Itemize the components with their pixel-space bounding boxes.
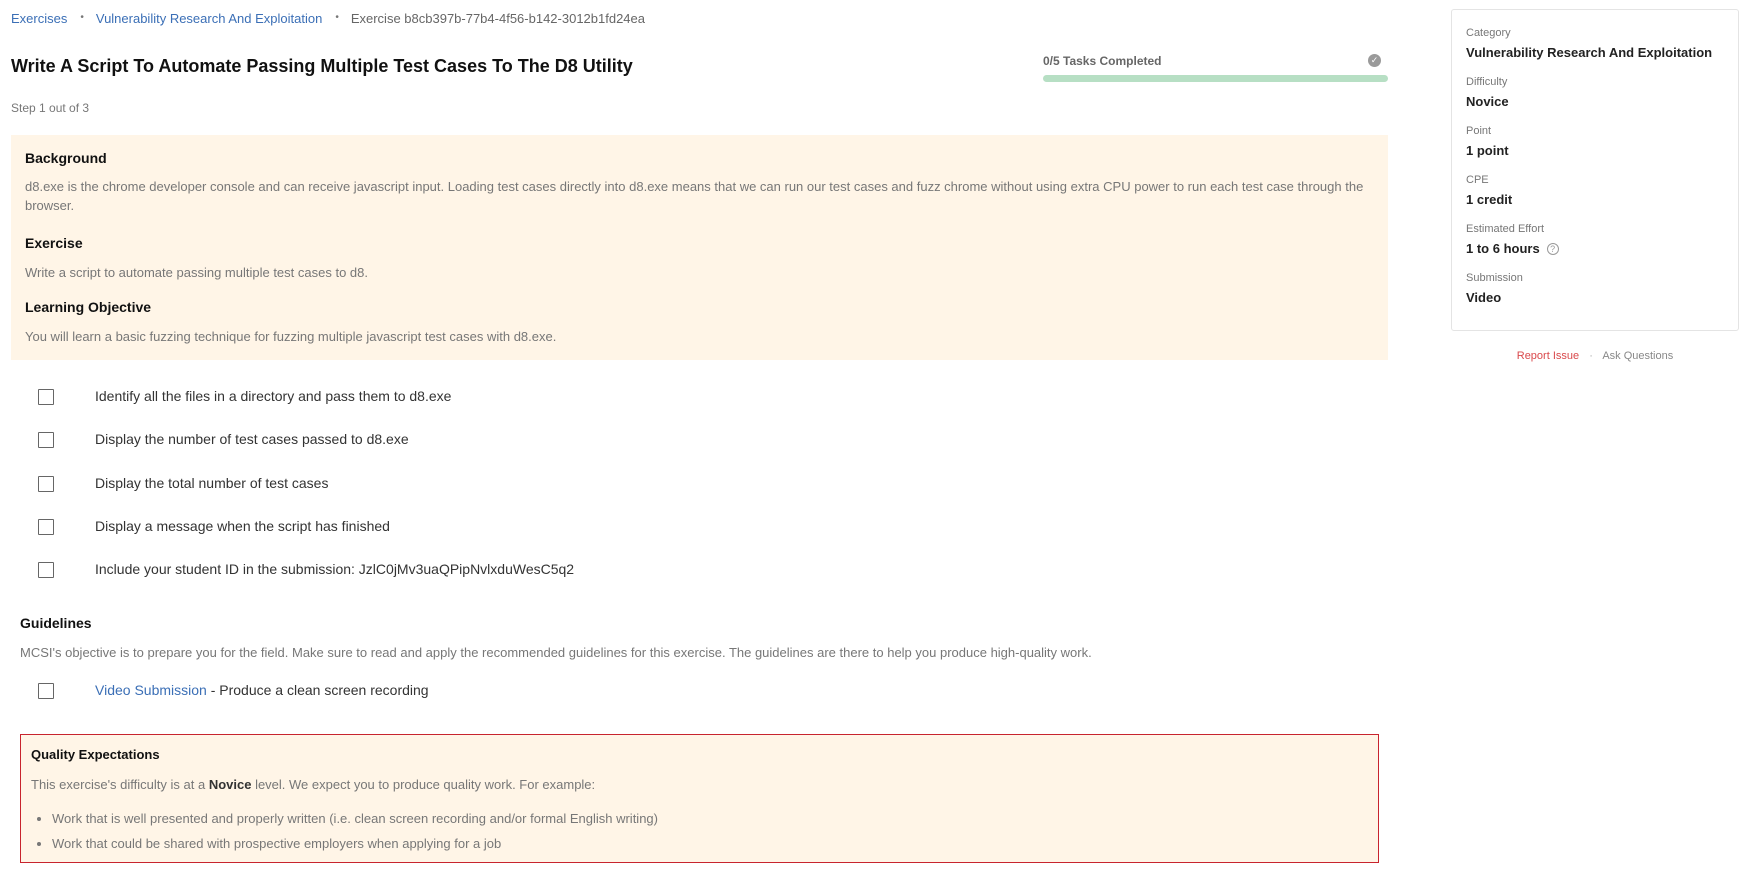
breadcrumb-exercises[interactable]: Exercises (11, 11, 67, 26)
step-indicator: Step 1 out of 3 (11, 101, 90, 115)
difficulty-level: Novice (208, 777, 252, 792)
detail-value: 1 to 6 hours (1466, 241, 1540, 256)
breadcrumb: Exercises • Vulnerability Research And E… (11, 11, 645, 26)
task-label: Display a message when the script has fi… (95, 518, 390, 534)
quality-item: Work that is well presented and properly… (52, 809, 658, 828)
link-separator: · (1589, 350, 1593, 362)
guidelines-heading: Guidelines (20, 615, 92, 631)
progress-bar (1043, 75, 1388, 82)
exercise-details-card: Category Vulnerability Research And Expl… (1451, 9, 1739, 331)
detail-value: 1 credit (1466, 192, 1513, 207)
task-progress: 0/5 Tasks Completed ✓ (1043, 54, 1388, 82)
guideline-label: Video Submission - Produce a clean scree… (95, 682, 429, 698)
guideline-description: - Produce a clean screen recording (206, 682, 429, 698)
exercise-heading: Exercise (25, 235, 83, 251)
quality-intro-end: level. We expect you to produce quality … (251, 777, 596, 792)
task-label: Identify all the files in a directory an… (95, 388, 452, 404)
objective-text: You will learn a basic fuzzing technique… (25, 329, 557, 344)
support-links: Report Issue · Ask Questions (1451, 350, 1739, 362)
task-item: Display a message when the script has fi… (38, 517, 390, 537)
detail-submission: Submission Video (1466, 270, 1724, 307)
detail-estimated-effort: Estimated Effort 1 to 6 hours ? (1466, 221, 1724, 258)
quality-expectations: Quality Expectations This exercise's dif… (20, 734, 1379, 863)
report-issue-link[interactable]: Report Issue (1517, 350, 1579, 362)
detail-value: 1 point (1466, 143, 1509, 158)
detail-value: Novice (1466, 94, 1509, 109)
exercise-text: Write a script to automate passing multi… (25, 265, 368, 280)
task-item: Include your student ID in the submissio… (38, 560, 574, 580)
quality-list: Work that is well presented and properly… (52, 809, 658, 859)
ask-questions-link[interactable]: Ask Questions (1602, 350, 1673, 362)
background-heading: Background (25, 150, 107, 166)
task-checkbox[interactable] (38, 562, 54, 578)
detail-label: CPE (1466, 174, 1489, 186)
page-title: Write A Script To Automate Passing Multi… (11, 56, 633, 76)
task-item: Display the total number of test cases (38, 474, 328, 494)
detail-label: Estimated Effort (1466, 223, 1545, 235)
guidelines-text: MCSI's objective is to prepare you for t… (20, 645, 1092, 660)
quality-heading: Quality Expectations (31, 747, 160, 762)
detail-label: Submission (1466, 272, 1523, 284)
detail-label: Category (1466, 27, 1511, 39)
detail-category: Category Vulnerability Research And Expl… (1466, 25, 1724, 62)
detail-value: Video (1466, 290, 1502, 305)
detail-points: Point 1 point (1466, 123, 1724, 160)
help-circle-icon[interactable]: ? (1546, 242, 1559, 255)
breadcrumb-current: Exercise b8cb397b-77b4-4f56-b142-3012b1f… (350, 11, 645, 26)
detail-label: Difficulty (1466, 76, 1508, 88)
guideline-checkbox[interactable] (38, 683, 54, 699)
detail-value: Vulnerability Research And Exploitation (1466, 45, 1713, 60)
quality-item: Work that could be shared with prospecti… (52, 834, 658, 853)
detail-cpe: CPE 1 credit (1466, 172, 1724, 209)
breadcrumb-category[interactable]: Vulnerability Research And Exploitation (96, 11, 322, 26)
quality-intro-start: This exercise's difficulty is at a (31, 777, 209, 792)
detail-difficulty: Difficulty Novice (1466, 74, 1724, 111)
task-checkbox[interactable] (38, 432, 54, 448)
task-item: Display the number of test cases passed … (38, 430, 409, 450)
detail-value-row: 1 to 6 hours ? (1466, 239, 1724, 258)
task-checkbox[interactable] (38, 519, 54, 535)
check-circle-icon: ✓ (1368, 54, 1381, 67)
detail-label: Point (1466, 125, 1492, 137)
exercise-description: Background d8.exe is the chrome develope… (11, 135, 1388, 360)
task-label: Display the total number of test cases (95, 475, 329, 491)
task-checkbox[interactable] (38, 389, 54, 405)
breadcrumb-separator: • (80, 12, 84, 23)
video-submission-link[interactable]: Video Submission (95, 682, 207, 698)
task-label: Include your student ID in the submissio… (95, 561, 575, 577)
progress-label: 0/5 Tasks Completed (1043, 54, 1162, 68)
objective-heading: Learning Objective (25, 299, 152, 315)
task-checkbox[interactable] (38, 476, 54, 492)
breadcrumb-separator: • (335, 12, 339, 23)
guideline-item: Video Submission - Produce a clean scree… (38, 681, 429, 701)
task-label: Display the number of test cases passed … (95, 431, 409, 447)
task-item: Identify all the files in a directory an… (38, 387, 451, 407)
quality-intro: This exercise's difficulty is at a Novic… (31, 777, 595, 792)
background-text: d8.exe is the chrome developer console a… (25, 179, 1364, 213)
